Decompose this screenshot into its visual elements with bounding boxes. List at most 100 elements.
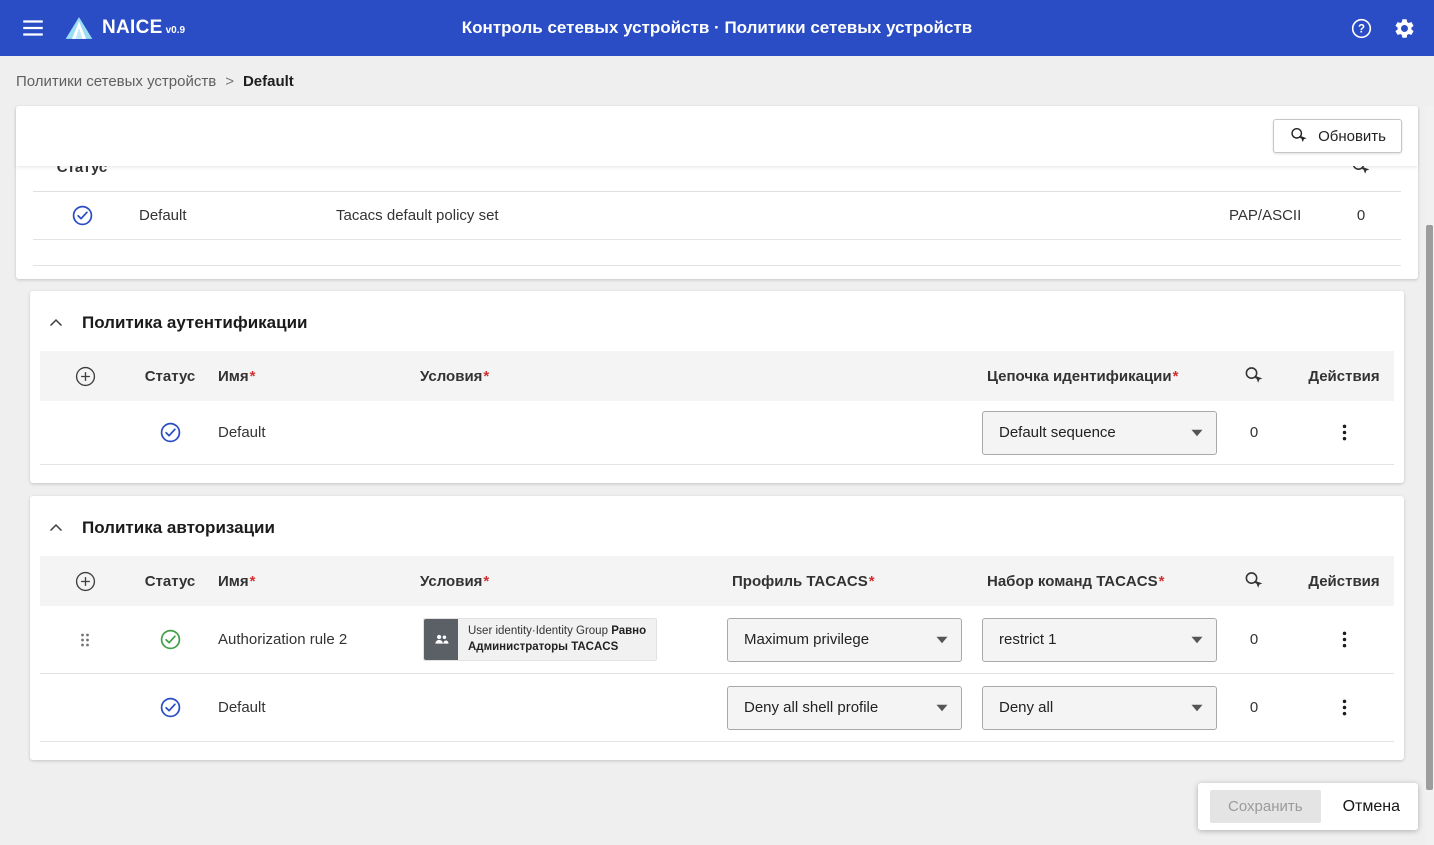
- authentication-rule-name: Default: [210, 424, 410, 441]
- gear-icon: [1393, 17, 1416, 40]
- kebab-menu-icon: [1334, 422, 1355, 443]
- auth-col-status: Статус: [130, 368, 210, 385]
- footer-action-bar: Сохранить Отмена: [1198, 783, 1418, 830]
- authentication-rule-hits: 0: [1214, 424, 1294, 441]
- tacacs-command-set-select[interactable]: Deny all: [982, 686, 1217, 730]
- chevron-up-icon: [46, 518, 66, 538]
- authorization-table-header: Статус Имя* Условия* Профиль TACACS* Наб…: [40, 556, 1394, 606]
- authorization-rule-hits: 0: [1214, 699, 1294, 716]
- hits-column-icon: [1214, 365, 1294, 387]
- policy-set-toolbar: Обновить: [16, 106, 1418, 166]
- breadcrumb-current: Default: [243, 73, 294, 90]
- authentication-rule-row: Default Default sequence 0: [40, 401, 1394, 465]
- tacacs-profile-select[interactable]: Deny all shell profile: [727, 686, 962, 730]
- policy-set-table: Статус Default Tacacs default policy set…: [33, 166, 1401, 279]
- chevron-down-icon: [1191, 429, 1203, 437]
- plus-circle-icon: [74, 365, 97, 388]
- top-bar: NAICE v0.9 Контроль сетевых устройств · …: [0, 0, 1434, 56]
- authz-col-command-set: Набор команд TACACS*: [959, 573, 1214, 590]
- authentication-rule-actions-button[interactable]: [1332, 420, 1357, 445]
- chevron-up-icon: [46, 313, 66, 333]
- authorization-rule-hits: 0: [1214, 631, 1294, 648]
- authorization-policy-card: Политика авторизации Статус Имя* Условия…: [30, 496, 1404, 760]
- policy-set-card: Обновить Статус Default Tacacs default p…: [16, 106, 1418, 279]
- authentication-table: Статус Имя* Условия* Цепочка идентификац…: [40, 351, 1394, 465]
- authorization-add-rule-button[interactable]: [72, 568, 99, 595]
- hits-column-icon: [1321, 166, 1401, 178]
- tacacs-profile-select[interactable]: Maximum privilege: [727, 618, 962, 662]
- authorization-table: Статус Имя* Условия* Профиль TACACS* Наб…: [40, 556, 1394, 742]
- settings-button[interactable]: [1391, 15, 1418, 42]
- policy-set-protocols: PAP/ASCII: [1199, 207, 1321, 224]
- breadcrumb-separator: >: [225, 73, 234, 90]
- policy-set-name: Default: [131, 207, 336, 224]
- hits-refresh-icon: [1289, 126, 1309, 146]
- chevron-down-icon: [936, 704, 948, 712]
- condition-value: Администраторы TACACS: [468, 640, 646, 656]
- hamburger-menu-button[interactable]: [16, 11, 50, 45]
- authentication-section-title: Политика аутентификации: [82, 313, 307, 333]
- app-name: NAICE: [102, 17, 163, 39]
- cancel-button[interactable]: Отмена: [1337, 792, 1406, 822]
- check-circle-icon: [159, 696, 182, 719]
- auth-col-name: Имя*: [210, 368, 410, 385]
- check-circle-icon: [71, 204, 94, 227]
- tacacs-command-set-select[interactable]: restrict 1: [982, 618, 1217, 662]
- condition-chip[interactable]: User identity·Identity Group Равно Админ…: [423, 618, 657, 661]
- refresh-button[interactable]: Обновить: [1273, 119, 1402, 153]
- authorization-rule-name: Default: [210, 699, 410, 716]
- auth-col-identity-chain: Цепочка идентификации*: [959, 368, 1214, 385]
- policy-set-table-spacer: [33, 240, 1401, 266]
- authorization-rule-actions-button[interactable]: [1332, 627, 1357, 652]
- authz-col-name: Имя*: [210, 573, 410, 590]
- identity-chain-select[interactable]: Default sequence: [982, 411, 1217, 455]
- policy-set-status-icon[interactable]: [33, 204, 131, 227]
- authorization-section-title: Политика авторизации: [82, 518, 275, 538]
- kebab-menu-icon: [1334, 697, 1355, 718]
- authorization-rule-status-icon[interactable]: [130, 628, 210, 651]
- breadcrumb-parent-link[interactable]: Политики сетевых устройств: [16, 73, 216, 90]
- chevron-down-icon: [936, 636, 948, 644]
- authentication-add-rule-button[interactable]: [72, 363, 99, 390]
- hits-column-icon: [1214, 570, 1294, 592]
- condition-operator: Равно: [611, 625, 646, 637]
- policy-set-row[interactable]: Default Tacacs default policy set PAP/AS…: [33, 192, 1401, 240]
- authentication-collapse-button[interactable]: [44, 311, 68, 335]
- scrollbar-thumb[interactable]: [1426, 225, 1433, 790]
- help-icon: [1350, 17, 1373, 40]
- kebab-menu-icon: [1334, 629, 1355, 650]
- save-button[interactable]: Сохранить: [1210, 790, 1321, 823]
- authz-col-conditions: Условия*: [410, 573, 704, 590]
- chevron-down-icon: [1191, 704, 1203, 712]
- drag-handle[interactable]: [73, 627, 97, 653]
- chevron-down-icon: [1191, 636, 1203, 644]
- authz-col-profile: Профиль TACACS*: [704, 573, 959, 590]
- authentication-table-header: Статус Имя* Условия* Цепочка идентификац…: [40, 351, 1394, 401]
- authorization-rule-row: Default Deny all shell profile Deny all …: [40, 674, 1394, 742]
- logo-icon: [64, 15, 94, 41]
- policy-set-table-header-clipped: Статус: [33, 166, 1401, 192]
- authentication-rule-status-icon[interactable]: [130, 421, 210, 444]
- authorization-rule-actions-button[interactable]: [1332, 695, 1357, 720]
- auth-col-actions: Действия: [1294, 368, 1394, 385]
- policy-set-description: Tacacs default policy set: [336, 207, 1199, 224]
- authorization-collapse-button[interactable]: [44, 516, 68, 540]
- condition-attribute: User identity·Identity Group: [468, 625, 608, 637]
- authorization-rule-name: Authorization rule 2: [210, 631, 410, 648]
- policy-set-hits: 0: [1321, 207, 1401, 224]
- authentication-policy-card: Политика аутентификации Статус Имя* Усло…: [30, 291, 1404, 483]
- check-circle-icon: [159, 421, 182, 444]
- authorization-rule-status-icon[interactable]: [130, 696, 210, 719]
- help-button[interactable]: [1348, 15, 1375, 42]
- auth-col-conditions: Условия*: [410, 368, 959, 385]
- authorization-rule-row: Authorization rule 2 User identity·Ident…: [40, 606, 1394, 674]
- plus-circle-icon: [74, 570, 97, 593]
- page-title: Контроль сетевых устройств · Политики се…: [462, 18, 972, 38]
- authz-col-actions: Действия: [1294, 573, 1394, 590]
- authz-col-status: Статус: [130, 573, 210, 590]
- app-logo: NAICE v0.9: [64, 15, 185, 41]
- drag-dots-icon: [75, 629, 95, 651]
- policy-set-status-column-header: Статус: [33, 166, 131, 176]
- check-circle-icon: [159, 628, 182, 651]
- vertical-scrollbar[interactable]: [1425, 106, 1434, 845]
